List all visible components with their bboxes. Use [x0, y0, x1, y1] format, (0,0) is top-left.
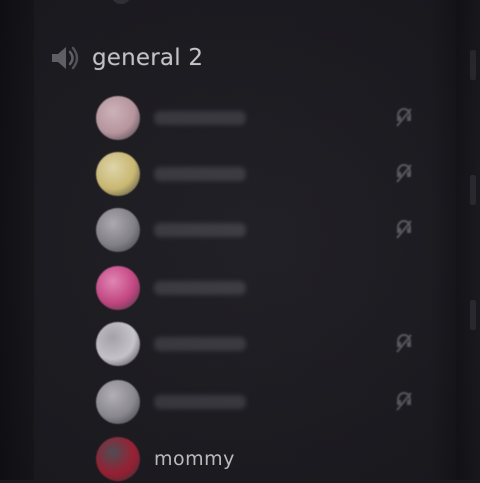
avatar [96, 437, 140, 481]
member-name [154, 337, 246, 351]
member-name [154, 395, 246, 409]
voice-member-row[interactable] [96, 206, 426, 254]
voice-member-row[interactable] [96, 94, 426, 142]
deafened-icon [396, 220, 412, 239]
member-name [154, 111, 246, 125]
avatar [96, 380, 140, 424]
voice-member-row[interactable] [96, 264, 426, 312]
member-name [154, 167, 246, 181]
avatar [96, 96, 140, 140]
deafened-icon [396, 108, 412, 127]
avatar [96, 152, 140, 196]
member-name [154, 281, 246, 295]
voice-member-row[interactable] [96, 150, 426, 198]
voice-member-row[interactable] [96, 378, 426, 426]
voice-channel-panel: general 2 mommy [0, 0, 480, 483]
member-name [154, 223, 246, 237]
avatar [96, 208, 140, 252]
member-name: mommy [154, 448, 235, 470]
deafened-icon [396, 334, 412, 353]
avatar [96, 266, 140, 310]
voice-member-row[interactable]: mommy [96, 435, 426, 483]
voice-member-row[interactable] [96, 320, 426, 368]
avatar [96, 322, 140, 366]
deafened-icon [396, 392, 412, 411]
deafened-icon [396, 164, 412, 183]
voice-member-list: mommy [0, 0, 480, 483]
